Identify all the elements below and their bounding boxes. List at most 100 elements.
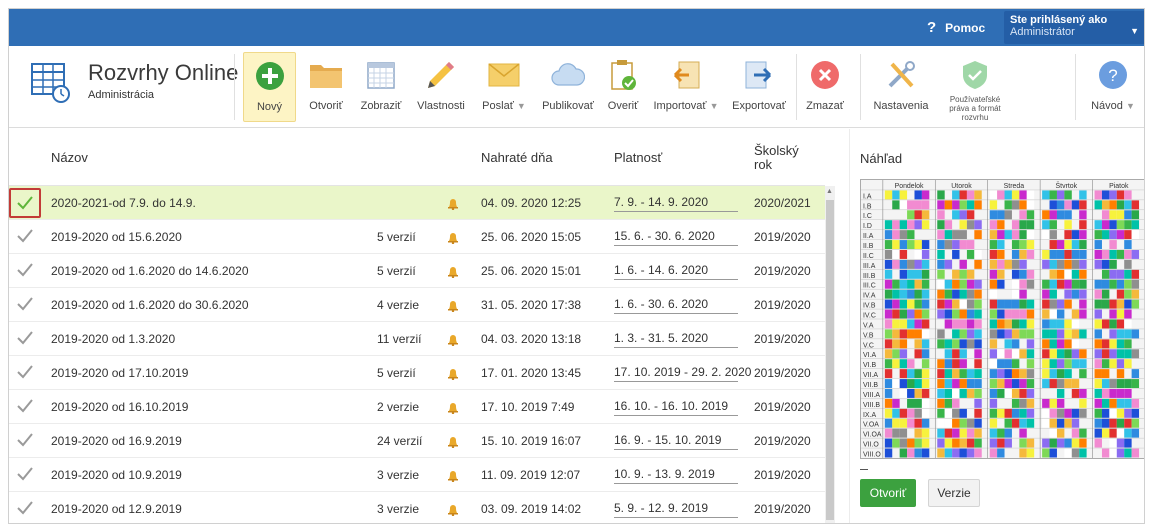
checkmark-icon[interactable] — [17, 296, 33, 314]
settings-button[interactable]: Nastavenia — [867, 52, 935, 122]
properties-label: Vlastnosti — [417, 100, 465, 112]
guide-button[interactable]: ? Návod ▼ — [1085, 52, 1141, 122]
open-preview-button[interactable]: Otvoriť — [860, 479, 916, 507]
column-header-name[interactable]: Názov — [51, 129, 88, 186]
row-versions[interactable]: 24 verzií — [377, 424, 422, 458]
bell-icon — [447, 458, 459, 492]
checkmark-icon[interactable] — [17, 466, 33, 484]
export-button[interactable]: Exportovať — [727, 52, 791, 122]
preview-class-label: V.OA — [863, 422, 879, 429]
table-row[interactable]: 2019-2020 od 1.3.2020 11 verzií 04. 03. 20… — [9, 322, 825, 356]
preview-class-label: III.B — [863, 273, 876, 280]
user-role: Administrátor — [1010, 26, 1075, 38]
table-row[interactable]: 2019-2020 od 15.6.2020 5 verzií 25. 06. 20… — [9, 220, 825, 254]
settings-label: Nastavenia — [873, 100, 929, 112]
shield-check-icon — [958, 58, 992, 91]
row-year: 2019/2020 — [754, 366, 811, 380]
send-button[interactable]: Poslať ▼ — [474, 52, 534, 122]
publish-button[interactable]: Publikovať — [537, 52, 599, 122]
preview-class-label: V.A — [863, 322, 874, 329]
bell-icon — [447, 356, 459, 390]
checkmark-icon[interactable] — [9, 188, 41, 218]
preview-class-label: I.A — [863, 193, 872, 200]
preview-class-label: VII.A — [863, 372, 878, 379]
table-row[interactable]: 2019-2020 od 16.9.2019 24 verzií 15. 10. 2… — [9, 424, 825, 458]
import-button[interactable]: Importovať ▼ — [649, 52, 723, 122]
checkmark-icon[interactable] — [17, 228, 33, 246]
row-versions[interactable]: 3 verzie — [377, 458, 419, 492]
row-validity: 15. 6. - 30. 6. 2020 — [614, 220, 738, 254]
bell-icon — [447, 288, 459, 322]
row-uploaded: 31. 05. 2020 17:38 — [481, 298, 582, 312]
row-name: 2019-2020 od 10.9.2019 — [51, 468, 182, 482]
preview-class-label: VI.A — [863, 352, 876, 359]
table-row[interactable]: 2019-2020 od 1.6.2020 do 14.6.2020 5 verz… — [9, 254, 825, 288]
scroll-up-icon[interactable]: ▲ — [826, 188, 833, 195]
show-button[interactable]: Zobraziť — [355, 52, 407, 122]
table-row[interactable]: 2020-2021-od 7.9. do 14.9. 04. 09. 2020 1… — [9, 186, 825, 220]
row-versions[interactable]: 5 verzií — [377, 356, 416, 390]
preview-class-label: IX.A — [863, 412, 876, 419]
delete-button[interactable]: Zmazať — [801, 52, 849, 122]
row-versions[interactable]: 3 verzie — [377, 492, 419, 523]
checkmark-icon[interactable] — [17, 364, 33, 382]
row-uploaded: 04. 03. 2020 13:18 — [481, 332, 582, 346]
export-icon — [742, 58, 776, 92]
properties-button[interactable]: Vlastnosti — [412, 52, 470, 122]
column-header-uploaded[interactable]: Nahraté dňa — [481, 129, 553, 186]
row-year: 2019/2020 — [754, 230, 811, 244]
table-row[interactable]: 2019-2020 od 12.9.2019 3 verzie 03. 09. 20… — [9, 492, 825, 523]
row-versions[interactable]: 5 verzií — [377, 220, 416, 254]
verify-button[interactable]: Overiť — [603, 52, 643, 122]
row-uploaded: 25. 06. 2020 15:01 — [481, 264, 582, 278]
row-validity: 16. 9. - 15. 10. 2019 — [614, 424, 738, 458]
row-uploaded: 25. 06. 2020 15:05 — [481, 230, 582, 244]
user-label: Ste prihlásený ako — [1010, 14, 1108, 26]
checkmark-icon[interactable] — [17, 398, 33, 416]
toolbar: Rozvrhy Online Administrácia Nový Otvori… — [9, 46, 1144, 128]
row-versions[interactable]: 2 verzie — [377, 390, 419, 424]
bell-icon — [447, 186, 459, 220]
table-row[interactable]: 2019-2020 od 17.10.2019 5 verzií 17. 01. 2… — [9, 356, 825, 390]
table-scrollbar[interactable]: ▲ — [825, 186, 835, 523]
row-versions[interactable]: 4 verzie — [377, 288, 419, 322]
table-row[interactable]: 2019-2020 od 10.9.2019 3 verzie 11. 09. 20… — [9, 458, 825, 492]
row-validity: 10. 9. - 13. 9. 2019 — [614, 458, 738, 492]
import-icon — [669, 58, 703, 92]
plus-circle-icon — [253, 59, 287, 93]
table-row[interactable]: 2019-2020 od 16.10.2019 2 verzie 17. 10. 2… — [9, 390, 825, 424]
row-uploaded: 17. 01. 2020 13:45 — [481, 366, 582, 380]
row-versions[interactable]: 5 verzií — [377, 254, 416, 288]
row-validity: 16. 10. - 16. 10. 2019 — [614, 390, 738, 424]
bell-icon — [447, 390, 459, 424]
help-link[interactable]: ? Pomoc — [927, 9, 985, 46]
calendar-grid-icon — [364, 58, 398, 92]
checkmark-icon[interactable] — [17, 330, 33, 348]
new-button[interactable]: Nový — [243, 52, 296, 122]
checkmark-icon[interactable] — [17, 432, 33, 450]
delete-label: Zmazať — [806, 100, 844, 112]
user-menu[interactable]: Ste prihlásený ako Administrátor ▼ — [1004, 11, 1144, 44]
row-validity: 1. 6. - 14. 6. 2020 — [614, 254, 738, 288]
open-button[interactable]: Otvoriť — [303, 52, 349, 122]
column-header-year[interactable]: Školský rok — [754, 129, 799, 186]
row-versions[interactable]: 11 verzií — [377, 322, 421, 356]
table-row[interactable]: 2019-2020 od 1.6.2020 do 30.6.2020 4 verz… — [9, 288, 825, 322]
toolbar-divider — [796, 54, 797, 120]
preview-class-label: VIII.A — [863, 392, 880, 399]
preview-class-label: VI.OA — [863, 432, 882, 439]
versions-button[interactable]: Verzie — [928, 479, 980, 507]
row-validity: 7. 9. - 14. 9. 2020 — [614, 186, 738, 220]
rights-button[interactable]: Používateľské práva a formát rozvrhu — [937, 52, 1013, 122]
row-name: 2019-2020 od 12.9.2019 — [51, 502, 182, 516]
row-name: 2019-2020 od 16.9.2019 — [51, 434, 182, 448]
column-header-validity[interactable]: Platnosť — [614, 129, 662, 186]
preview-class-label: I.B — [863, 203, 872, 210]
checkmark-icon[interactable] — [17, 262, 33, 280]
cloud-icon — [551, 58, 585, 92]
scrollbar-thumb[interactable] — [826, 200, 834, 520]
bell-icon — [447, 492, 459, 523]
checkmark-icon[interactable] — [17, 500, 33, 518]
row-year: 2019/2020 — [754, 264, 811, 278]
timetable-preview: Pondelok Utorok Streda Štvrtok Piatok I.A I.B I… — [860, 179, 1144, 459]
